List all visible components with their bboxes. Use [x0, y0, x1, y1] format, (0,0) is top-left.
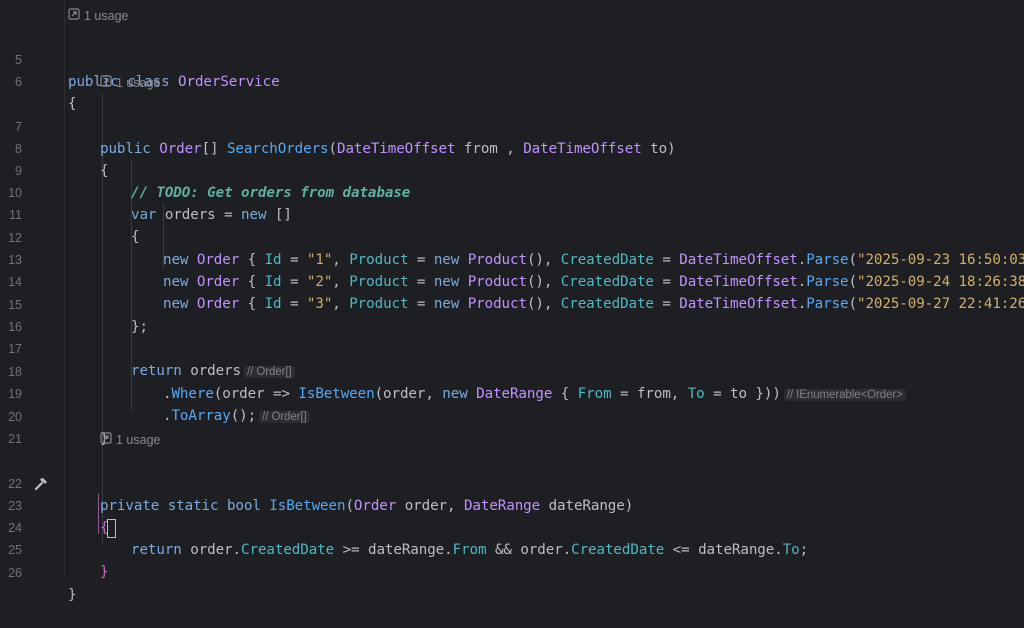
code-line[interactable]: 26 } — [0, 540, 1024, 603]
open-in-new-icon — [68, 5, 80, 27]
open-in-new-icon — [100, 429, 112, 451]
code-line[interactable]: 11 { — [0, 182, 1024, 245]
code-line[interactable]: 12 new Order { Id = "1", Product = new P… — [0, 205, 1024, 268]
code-line[interactable]: 13 new Order { Id = "2", Product = new P… — [0, 227, 1024, 290]
code-line[interactable]: 23 { — [0, 473, 1024, 538]
code-line[interactable]: 22 private static bool IsBetween(Order o… — [0, 451, 1024, 514]
code-line[interactable]: 17 return orders// Order[] — [0, 316, 1024, 379]
code-line[interactable]: 9 // TODO: Get orders from database — [0, 138, 1024, 201]
code-line[interactable]: 5 public class OrderService — [0, 27, 1024, 90]
code-line[interactable]: 14 new Order { Id = "3", Product = new P… — [0, 249, 1024, 312]
line-number: 26 — [8, 566, 22, 580]
class-name: OrderService — [178, 74, 280, 90]
matched-brace: } — [100, 564, 109, 580]
open-in-new-icon — [100, 72, 112, 94]
code-line[interactable]: 6 { — [0, 49, 1024, 112]
code-token: } — [68, 587, 77, 603]
code-line[interactable]: 19 .ToArray();// Order[] — [0, 361, 1024, 424]
code-line[interactable]: 25 } — [0, 517, 1024, 580]
code-line[interactable]: 21 — [0, 406, 1024, 446]
code-line[interactable]: 18 .Where(order => IsBetween(order, new … — [0, 339, 1024, 402]
code-line[interactable]: 24 return order.CreatedDate >= dateRange… — [0, 495, 1024, 558]
usage-hint[interactable]: 1 usage — [68, 5, 128, 27]
usage-hint[interactable]: 1 usage — [100, 429, 160, 451]
code-line[interactable]: 10 var orders = new [] — [0, 160, 1024, 223]
code-line[interactable]: 20 } — [0, 384, 1024, 447]
usage-hint[interactable]: 1 usage — [100, 72, 160, 94]
code-line[interactable]: 16 — [0, 294, 1024, 334]
code-line[interactable]: 15 }; — [0, 272, 1024, 335]
line-number: 6 — [15, 75, 22, 89]
line-number: 21 — [8, 432, 22, 446]
code-line[interactable]: 8 { — [0, 116, 1024, 179]
code-line[interactable]: 7 public Order[] SearchOrders(DateTimeOf… — [0, 94, 1024, 157]
